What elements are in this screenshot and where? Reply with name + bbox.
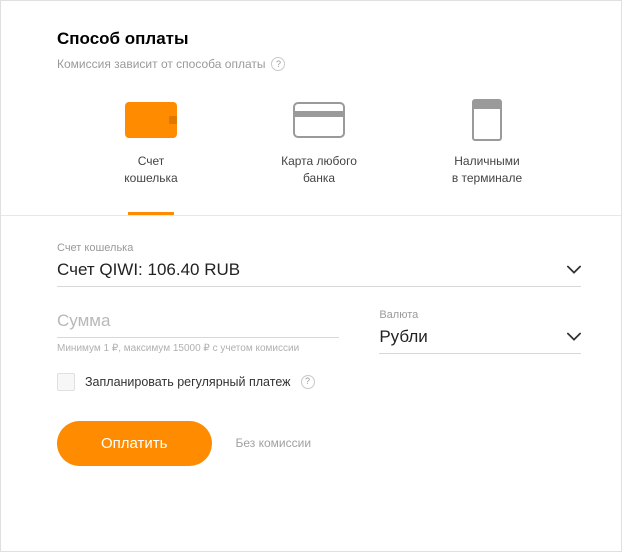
commission-note: Без комиссии xyxy=(236,436,312,450)
wallet-icon xyxy=(125,99,177,141)
amount-hint: Минимум 1 ₽, максимум 15000 ₽ с учетом к… xyxy=(57,342,339,355)
method-wallet-label: Счет кошелька xyxy=(124,153,177,187)
currency-select[interactable]: Валюта Рубли xyxy=(379,309,581,354)
commission-subtitle-text: Комиссия зависит от способа оплаты xyxy=(57,57,265,71)
account-select[interactable]: Счет кошелька Счет QIWI: 106.40 RUB xyxy=(57,242,581,287)
card-icon xyxy=(293,99,345,141)
method-wallet[interactable]: Счет кошелька xyxy=(81,99,221,215)
method-card-label: Карта любого банка xyxy=(281,153,357,187)
terminal-icon xyxy=(472,99,502,141)
help-icon[interactable]: ? xyxy=(271,57,285,71)
amount-input[interactable]: Сумма Минимум 1 ₽, максимум 15000 ₽ с уч… xyxy=(57,309,339,355)
commission-subtitle: Комиссия зависит от способа оплаты ? xyxy=(57,57,581,71)
help-icon[interactable]: ? xyxy=(301,375,315,389)
chevron-down-icon xyxy=(567,263,581,277)
amount-placeholder: Сумма xyxy=(57,311,110,331)
method-terminal-label: Наличными в терминале xyxy=(452,153,522,187)
account-label: Счет кошелька xyxy=(57,242,581,254)
pay-button[interactable]: Оплатить xyxy=(57,421,212,466)
page-title: Способ оплаты xyxy=(57,29,581,49)
payment-methods: Счет кошелька Карта любого банка Наличны… xyxy=(57,99,581,215)
method-terminal[interactable]: Наличными в терминале xyxy=(417,99,557,215)
schedule-label: Запланировать регулярный платеж xyxy=(85,375,291,389)
schedule-checkbox[interactable] xyxy=(57,373,75,391)
section-divider xyxy=(1,215,621,216)
method-card[interactable]: Карта любого банка xyxy=(249,99,389,215)
currency-value: Рубли xyxy=(379,327,427,347)
currency-label: Валюта xyxy=(379,309,581,321)
account-value: Счет QIWI: 106.40 RUB xyxy=(57,260,240,280)
chevron-down-icon xyxy=(567,330,581,344)
